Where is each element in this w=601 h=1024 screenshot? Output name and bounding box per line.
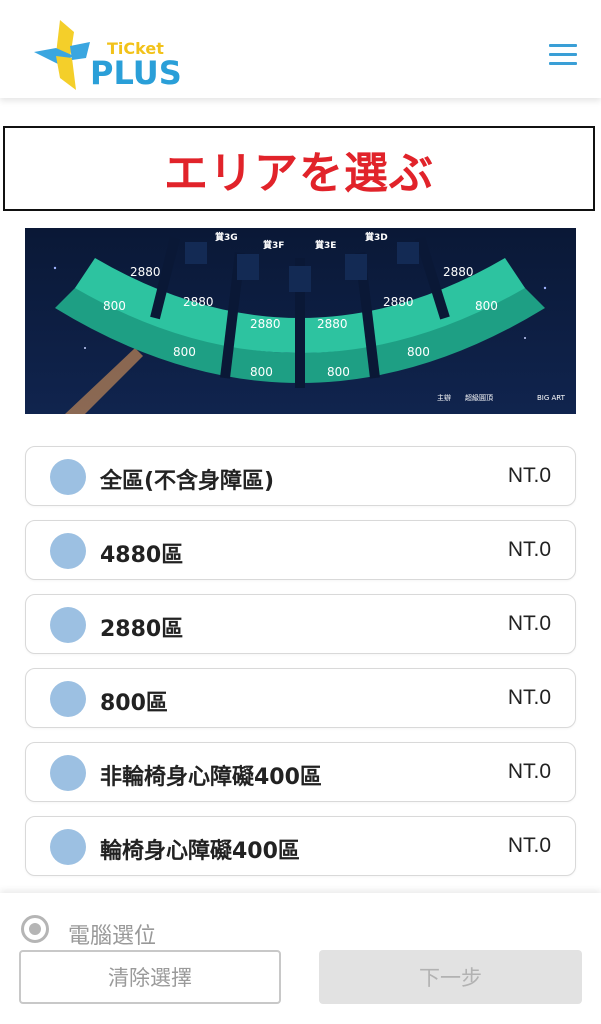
price-label: 2880 [317,317,348,331]
price-label: 2880 [443,265,474,279]
next-step-button[interactable]: 下一步 [319,950,582,1004]
zone-price: NT.0 [507,834,551,857]
gate-label: 賞3F [263,239,284,251]
ticketplus-logo[interactable]: TiCket PLUS [30,18,182,93]
gate-label: 賞3G [215,231,238,243]
gate-label: 賞3E [315,239,336,251]
zone-radio-icon[interactable] [50,459,86,495]
zone-radio-icon[interactable] [50,607,86,643]
zone-price: NT.0 [507,760,551,783]
zone-name: 2880區 [100,617,184,642]
zone-radio-icon[interactable] [50,755,86,791]
zone-option[interactable]: 800區 NT.0 [25,668,576,728]
zone-name: 非輪椅身心障礙400區 [100,765,322,790]
auto-seat-radio[interactable] [21,915,49,943]
bottom-action-bar: 電腦選位 清除選擇 下一步 [0,893,601,1024]
zone-option[interactable]: 4880區 NT.0 [25,520,576,580]
price-label: 800 [250,365,273,379]
sponsor-logo-1: 超級圓頂 [465,393,493,402]
gate-label: 賞3D [365,231,388,243]
section-title: エリアを選ぶ [164,147,434,199]
zone-option[interactable]: 非輪椅身心障礙400區 NT.0 [25,742,576,802]
zone-name: 800區 [100,691,168,716]
sponsor-label: 主辦 [437,393,451,402]
price-label: 2880 [130,265,161,279]
sponsor-logo-2: BIG ART [537,394,566,402]
zone-option[interactable]: 輪椅身心障礙400區 NT.0 [25,816,576,876]
price-label: 2880 [250,317,281,331]
zone-name: 全區(不含身障區) [100,469,275,494]
logo-plus-text: PLUS [90,54,182,92]
zone-radio-icon[interactable] [50,829,86,865]
auto-seat-label[interactable]: 電腦選位 [68,918,156,950]
zone-option[interactable]: 2880區 NT.0 [25,594,576,654]
zone-price: NT.0 [507,464,551,487]
zone-price: NT.0 [507,538,551,561]
price-label: 2880 [183,295,214,309]
zone-price: NT.0 [507,612,551,635]
price-label: 800 [475,299,498,313]
zone-name: 4880區 [100,543,184,568]
price-label: 800 [407,345,430,359]
clear-selection-button[interactable]: 清除選擇 [19,950,281,1004]
zone-radio-icon[interactable] [50,681,86,717]
app-header: TiCket PLUS [0,0,601,98]
hamburger-menu-icon[interactable] [549,44,577,66]
zone-name: 輪椅身心障礙400區 [100,839,300,864]
zone-radio-icon[interactable] [50,533,86,569]
zone-option[interactable]: 全區(不含身障區) NT.0 [25,446,576,506]
price-label: 2880 [383,295,414,309]
seat-map-image[interactable]: 賞3G 賞3F 賞3E 賞3D 2880 2880 2880 2880 2880… [25,228,576,414]
price-label: 800 [327,365,350,379]
zone-price: NT.0 [507,686,551,709]
seat-map-graphic: 賞3G 賞3F 賞3E 賞3D 2880 2880 2880 2880 2880… [25,228,576,414]
price-label: 800 [103,299,126,313]
section-title-banner: エリアを選ぶ [3,126,595,211]
price-label: 800 [173,345,196,359]
